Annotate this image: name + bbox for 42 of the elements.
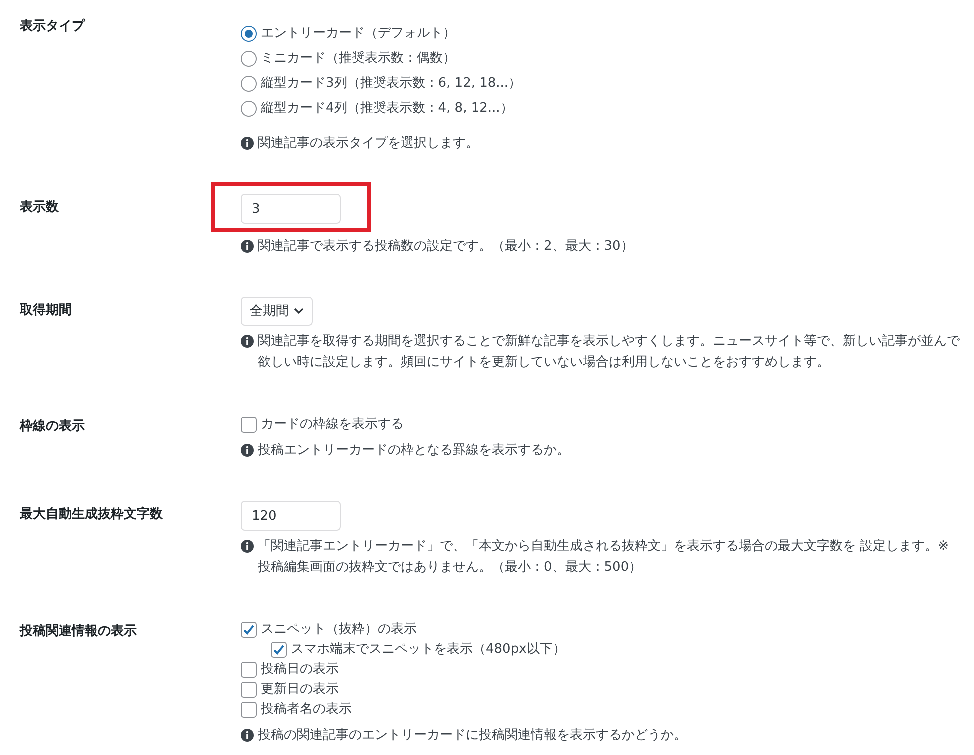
radio-button[interactable]: [241, 26, 257, 42]
checkbox[interactable]: [241, 417, 257, 433]
radio-label[interactable]: エントリーカード（デフォルト）: [261, 24, 456, 44]
help-text: 関連記事で表示する投稿数の設定です。（最小：2、最大：30）: [258, 238, 634, 256]
radio-label[interactable]: 縦型カード4列（推奨表示数：4, 8, 12...）: [261, 98, 514, 118]
info-icon: [241, 137, 254, 150]
radio-label[interactable]: 縦型カード3列（推奨表示数：6, 12, 18...）: [261, 74, 522, 94]
info-icon: [241, 729, 254, 742]
radio-button[interactable]: [241, 76, 257, 92]
number-field[interactable]: 3: [241, 194, 341, 224]
help-text: 関連記事の表示タイプを選択します。: [258, 135, 479, 153]
checkbox[interactable]: [271, 642, 287, 658]
info-icon: [241, 540, 254, 553]
checkbox[interactable]: [241, 662, 257, 678]
radio-button[interactable]: [241, 50, 257, 66]
period-dropdown[interactable]: 全期間: [241, 297, 313, 326]
setting-label: 枠線の表示: [20, 418, 86, 436]
checkbox-label[interactable]: スマホ端末でスニペットを表示（480px以下）: [291, 640, 566, 660]
checkbox-label[interactable]: カードの枠線を表示する: [261, 415, 404, 435]
checkbox-label[interactable]: 投稿日の表示: [261, 660, 339, 680]
help-text: 「関連記事エントリーカード」で、「本文から自動生成される抜粋文」を表示する場合の最大文字数を 設定します。※投稿編集画面の抜粋文ではありません。（最小：0、最大：500）: [258, 538, 950, 577]
info-icon: [241, 240, 254, 253]
setting-label: 最大自動生成抜粋文字数: [20, 506, 164, 524]
setting-label: 投稿関連情報の表示: [20, 622, 138, 641]
setting-label: 表示数: [20, 199, 60, 217]
chevron-down-icon: [294, 308, 304, 315]
number-field[interactable]: 120: [241, 501, 341, 531]
setting-label: 表示タイプ: [20, 18, 87, 36]
checkbox[interactable]: [241, 702, 257, 718]
setting-label: 取得期間: [20, 302, 73, 320]
help-text: 投稿の関連記事のエントリーカードに投稿関連情報を表示するかどうか。: [258, 727, 687, 745]
info-icon: [241, 444, 254, 457]
checkbox-label[interactable]: スニペット（抜粋）の表示: [261, 620, 417, 640]
checkbox-label[interactable]: 更新日の表示: [261, 680, 339, 700]
radio-button[interactable]: [241, 100, 257, 116]
checkbox[interactable]: [241, 682, 257, 698]
help-text: 関連記事を取得する期間を選択することで新鮮な記事を表示しやすくします。ニュースサイト等で、新しい記事が並んで欲しい時に設定します。頻回にサイトを更新していない場合は利用しないことをおすすめします。: [258, 333, 960, 372]
info-icon: [241, 335, 254, 348]
checkbox-label[interactable]: 投稿者名の表示: [261, 700, 352, 720]
help-text: 投稿エントリーカードの枠となる罫線を表示するか。: [258, 442, 570, 460]
checkbox[interactable]: [241, 622, 257, 638]
radio-label[interactable]: ミニカード（推奨表示数：偶数）: [261, 48, 456, 68]
